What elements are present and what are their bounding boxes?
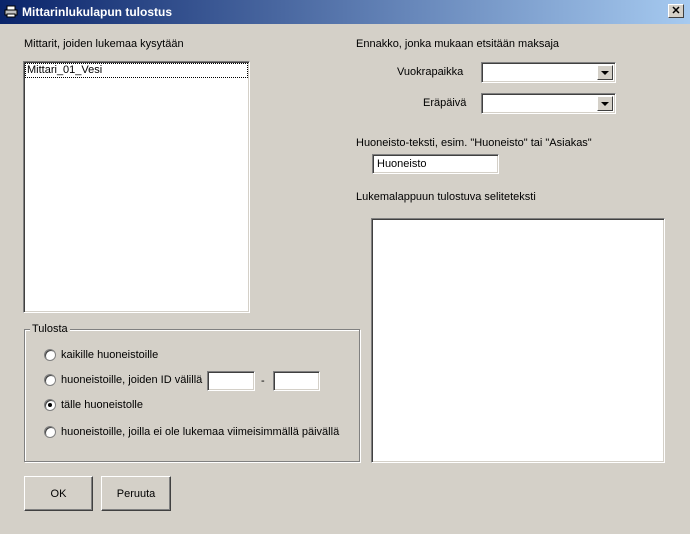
radio-this-apartment[interactable]	[44, 399, 56, 411]
radio-id-range[interactable]	[44, 374, 56, 386]
rent-place-dropdown-button[interactable]	[597, 65, 613, 80]
radio-no-reading[interactable]	[44, 426, 56, 438]
print-group-label: Tulosta	[30, 323, 70, 335]
radio-all-label[interactable]: kaikille huoneistoille	[61, 349, 158, 361]
dialog-window: Mittarinlukulapun tulostus ✕ Mittarit, j…	[0, 0, 690, 534]
id-range-separator: -	[261, 375, 265, 387]
printer-icon	[4, 5, 18, 18]
advance-label: Ennakko, jonka mukaan etsitään maksaja	[356, 38, 560, 50]
id-range-from-input[interactable]	[207, 371, 255, 391]
window-title: Mittarinlukulapun tulostus	[22, 5, 172, 19]
meters-listbox[interactable]: Mittari_01_Vesi	[23, 61, 250, 313]
apartment-text-input[interactable]: Huoneisto	[372, 154, 499, 174]
meters-label: Mittarit, joiden lukemaa kysytään	[24, 38, 184, 50]
radio-all-apartments[interactable]	[44, 349, 56, 361]
radio-selected-dot	[48, 403, 52, 407]
ok-button-label: OK	[50, 487, 67, 500]
due-date-combobox[interactable]	[481, 93, 616, 114]
radio-id-range-label[interactable]: huoneistoille, joiden ID välillä	[61, 374, 202, 386]
rent-place-label: Vuokrapaikka	[397, 66, 464, 78]
explanation-textarea[interactable]	[371, 218, 665, 463]
close-button[interactable]: ✕	[668, 4, 684, 18]
due-date-label: Eräpäivä	[423, 97, 467, 109]
close-icon: ✕	[671, 5, 681, 17]
chevron-down-icon	[601, 101, 609, 106]
rent-place-combobox[interactable]	[481, 62, 616, 83]
cancel-button-label: Peruuta	[116, 487, 156, 500]
chevron-down-icon	[601, 70, 609, 75]
ok-button[interactable]: OK	[24, 476, 93, 511]
list-item[interactable]: Mittari_01_Vesi	[25, 63, 248, 78]
apartment-text-value: Huoneisto	[377, 158, 427, 170]
radio-no-reading-label[interactable]: huoneistoille, joilla ei ole lukemaa vii…	[61, 426, 339, 438]
due-date-dropdown-button[interactable]	[597, 96, 613, 111]
cancel-button[interactable]: Peruuta	[101, 476, 171, 511]
apartment-text-label: Huoneisto-teksti, esim. "Huoneisto" tai …	[356, 137, 592, 149]
explanation-label: Lukemalappuun tulostuva seliteteksti	[356, 191, 536, 203]
radio-this-label[interactable]: tälle huoneistolle	[61, 399, 143, 411]
id-range-to-input[interactable]	[273, 371, 320, 391]
title-bar[interactable]: Mittarinlukulapun tulostus ✕	[0, 0, 690, 24]
